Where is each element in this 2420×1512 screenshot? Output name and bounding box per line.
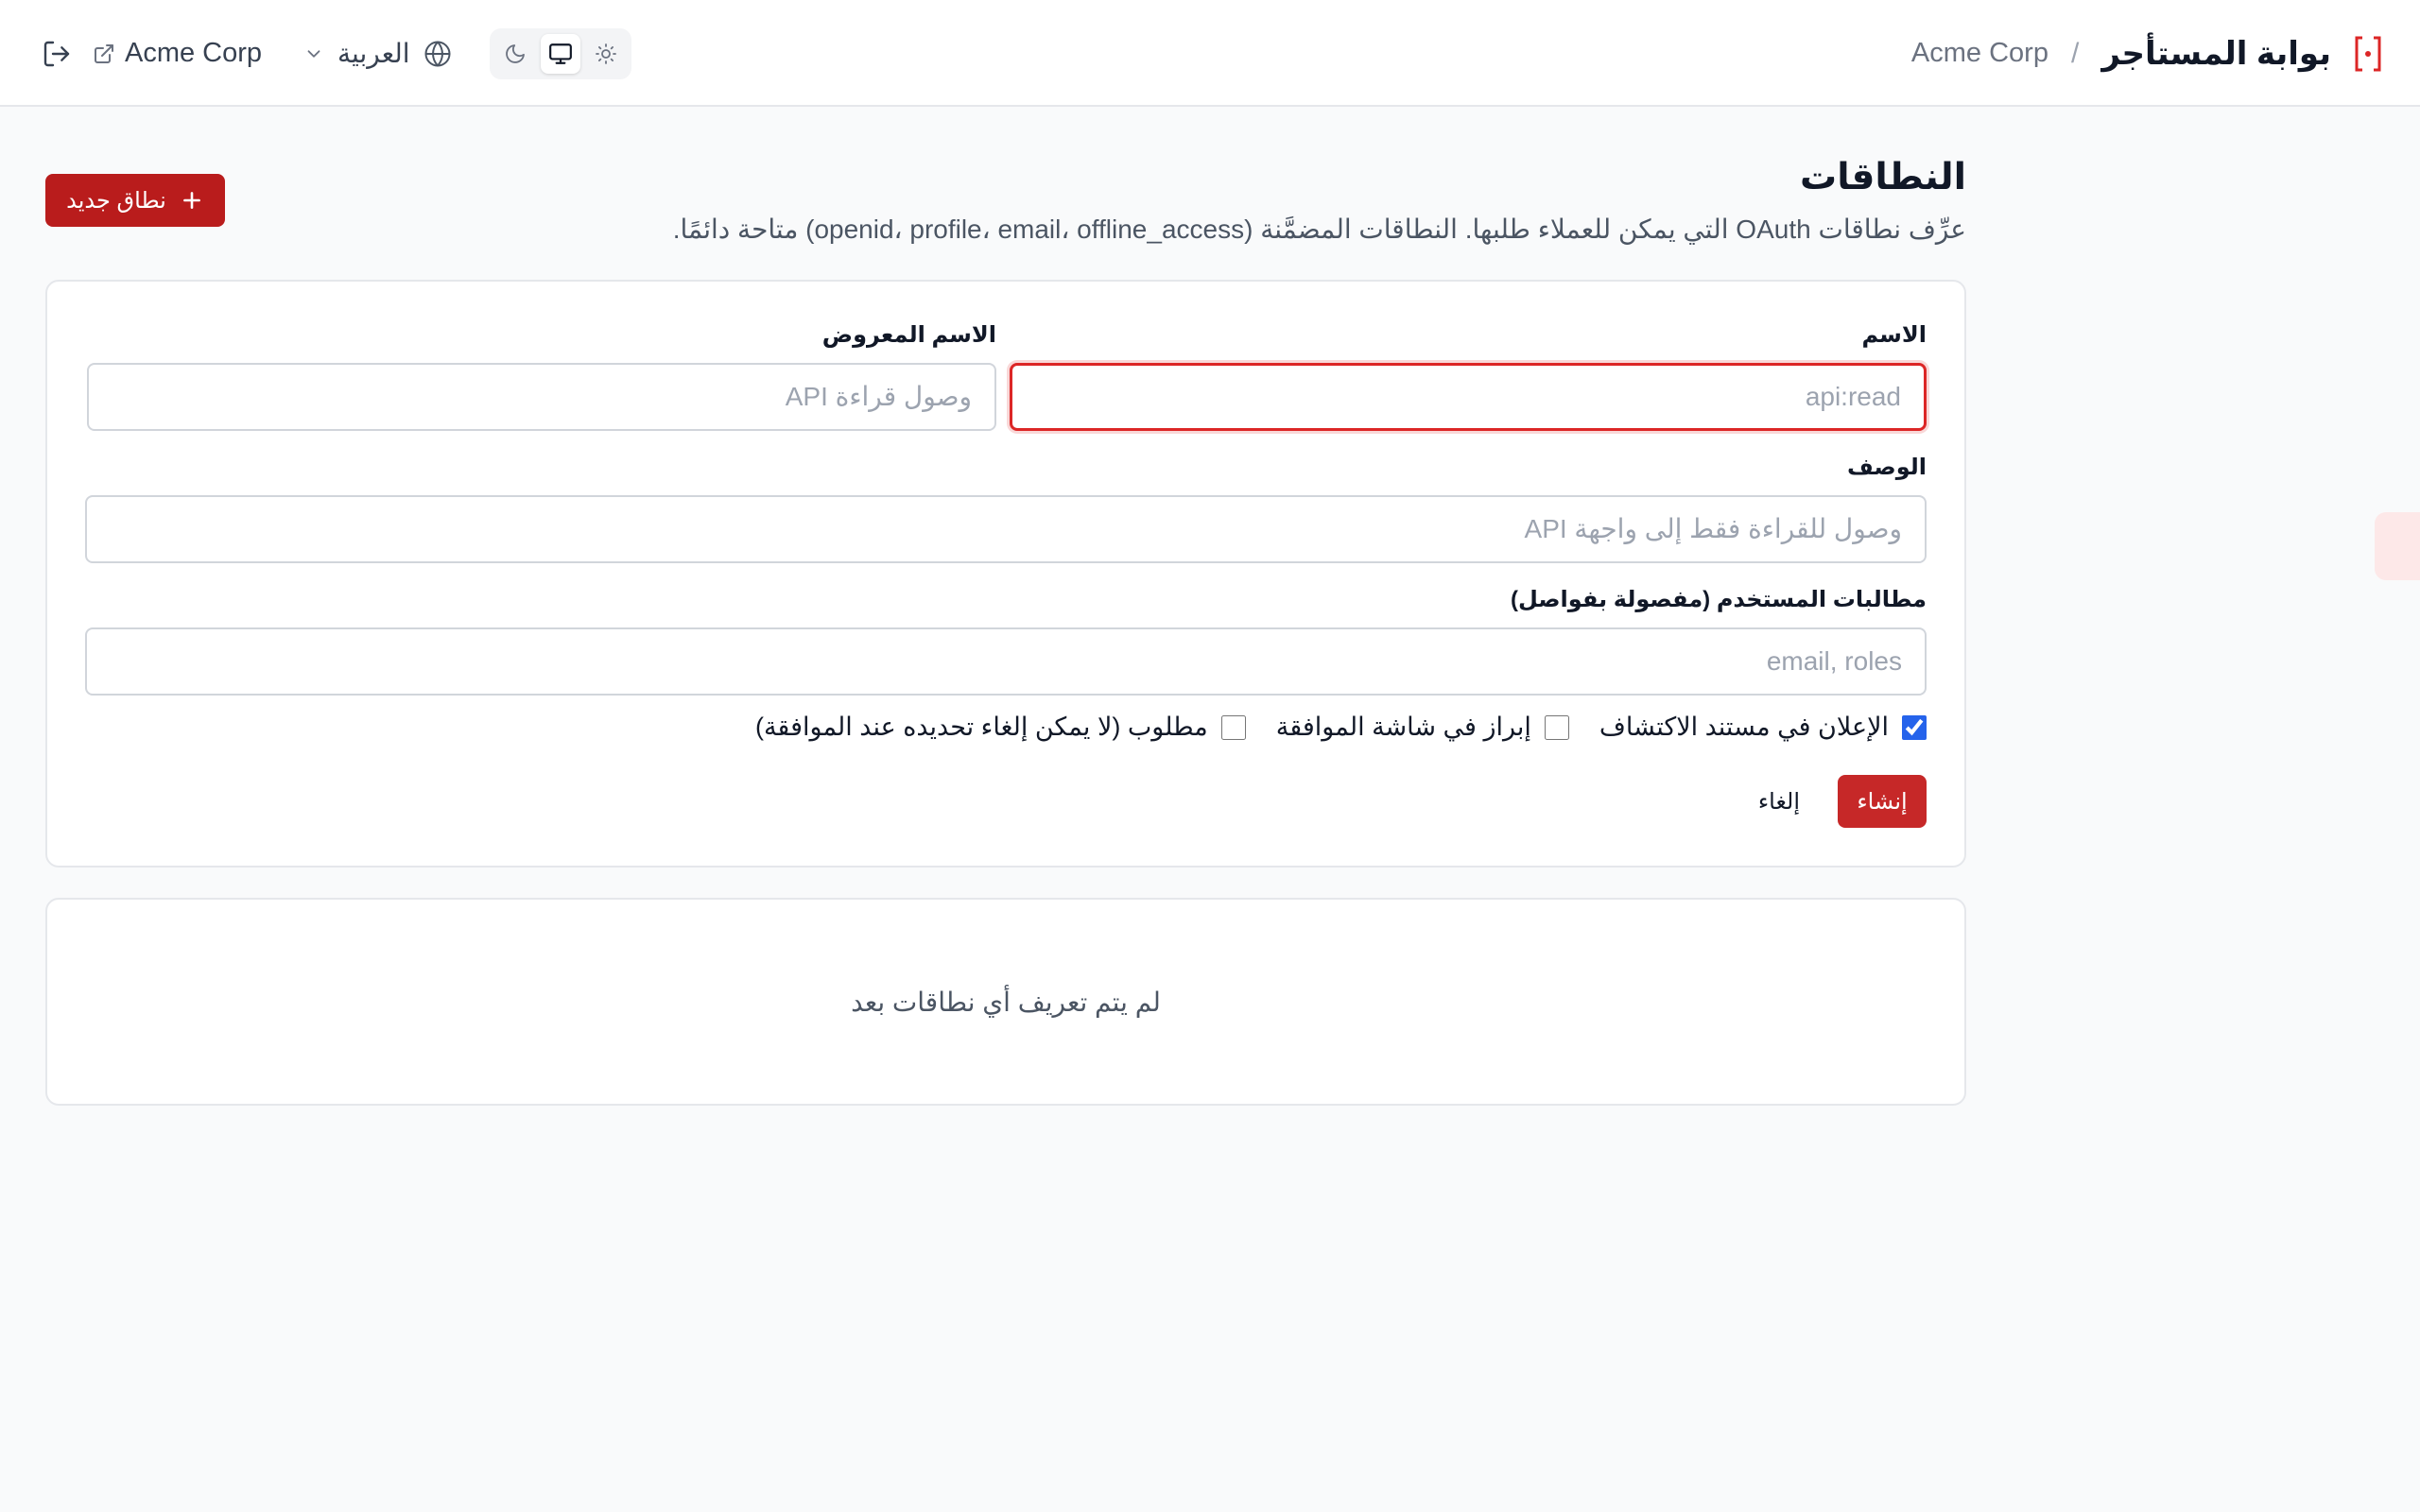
page-description: عرِّف نطاقات OAuth التي يمكن للعملاء طلب… <box>672 215 1966 244</box>
scope-form-card: الاسم الاسم المعروض الوصف مطالبات المستخ… <box>45 280 1966 868</box>
consent-label: إبراز في شاشة الموافقة <box>1275 713 1531 741</box>
logout-icon[interactable] <box>42 39 72 69</box>
scope-options: الإعلان في مستند الاكتشاف إبراز في شاشة … <box>755 713 1927 742</box>
new-scope-label: نطاق جديد <box>66 187 166 214</box>
page-heading: النطاقات عرِّف نطاقات OAuth التي يمكن لل… <box>46 151 1966 248</box>
empty-state-text: لم يتم تعريف أي نطاقات بعد <box>851 987 1161 1017</box>
top-bar: بوابة المستأجر / Acme Corp Acme Corp الع… <box>0 0 2420 107</box>
user-claims-label: مطالبات المستخدم (مفصولة بفواصل) <box>1510 587 1927 612</box>
side-tab-handle[interactable] <box>2375 512 2420 580</box>
language-select[interactable]: العربية <box>303 38 452 69</box>
chevron-down-icon <box>303 43 324 64</box>
discovery-label: الإعلان في مستند الاكتشاف <box>1599 713 1889 741</box>
required-checkbox[interactable] <box>1220 714 1246 740</box>
sun-icon[interactable] <box>586 34 626 74</box>
tenant-link-label: Acme Corp <box>125 38 263 68</box>
plus-icon <box>180 188 204 213</box>
theme-switcher <box>489 27 631 79</box>
page-title: النطاقات <box>1800 157 1966 198</box>
consent-option[interactable]: إبراز في شاشة الموافقة <box>1276 713 1569 742</box>
user-claims-input[interactable] <box>85 627 1927 696</box>
header-controls: Acme Corp العربية <box>42 0 631 107</box>
display-name-label: الاسم المعروض <box>821 322 996 348</box>
discovery-checkbox[interactable] <box>1902 714 1927 740</box>
language-label: العربية <box>337 39 410 68</box>
required-label: مطلوب (لا يمكن إلغاء تحديده عند الموافقة… <box>754 713 1208 741</box>
description-input[interactable] <box>85 495 1927 563</box>
monitor-icon[interactable] <box>540 33 580 74</box>
create-button[interactable]: إنشاء <box>1838 775 1927 828</box>
display-name-input[interactable] <box>87 363 996 431</box>
external-link-icon <box>93 43 115 65</box>
tenant-external-link[interactable]: Acme Corp <box>93 38 262 69</box>
breadcrumb-separator: / <box>2070 37 2080 69</box>
consent-checkbox[interactable] <box>1544 714 1569 740</box>
name-input[interactable] <box>1010 363 1927 431</box>
bracket-dot-logo-icon <box>2354 35 2382 73</box>
discovery-option[interactable]: الإعلان في مستند الاكتشاف <box>1599 713 1927 742</box>
new-scope-button[interactable]: نطاق جديد <box>45 174 225 227</box>
form-actions: إنشاء إلغاء <box>1758 775 1927 828</box>
breadcrumb-tenant[interactable]: Acme Corp <box>1911 38 2048 69</box>
scopes-list-card: لم يتم تعريف أي نطاقات بعد <box>45 898 1966 1106</box>
moon-icon[interactable] <box>495 34 535 74</box>
globe-icon <box>424 40 452 68</box>
cancel-button[interactable]: إلغاء <box>1758 788 1800 816</box>
portal-title: بوابة المستأجر <box>2101 35 2331 72</box>
required-option[interactable]: مطلوب (لا يمكن إلغاء تحديده عند الموافقة… <box>755 713 1246 742</box>
description-label: الوصف <box>1846 455 1927 480</box>
brand: بوابة المستأجر / Acme Corp <box>1911 0 2382 107</box>
name-label: الاسم <box>1861 322 1927 348</box>
